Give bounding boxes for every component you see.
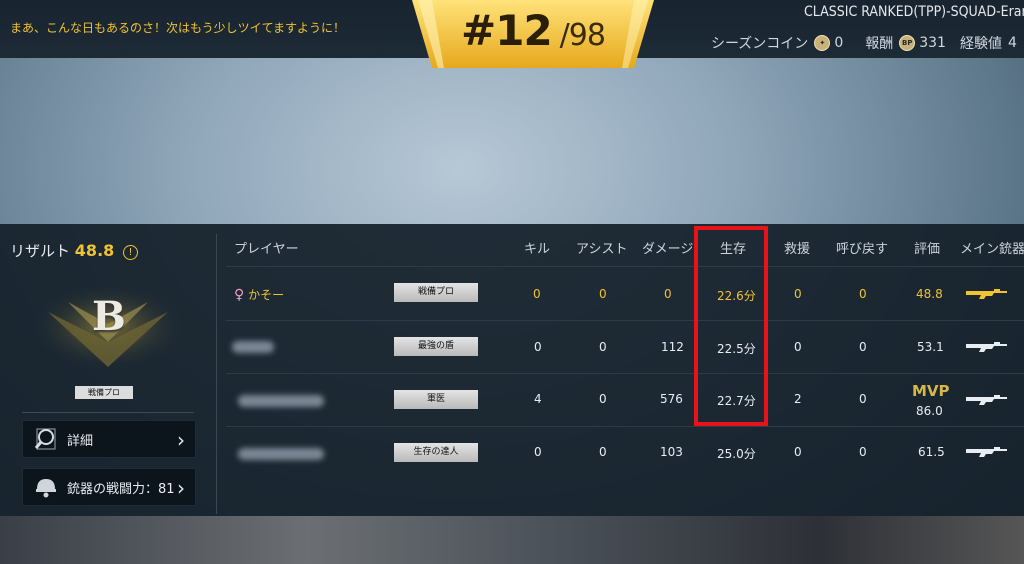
assist-cell: 0	[599, 392, 607, 406]
player-title-tag: 最強の盾	[394, 337, 478, 356]
rating-cell: 48.8	[916, 287, 943, 301]
bp-coin-icon: BP	[899, 35, 916, 51]
row-separator	[226, 320, 1024, 321]
rescue-cell: 0	[794, 445, 802, 459]
chevron-right-icon: ›	[177, 428, 185, 452]
grade-letter: B	[92, 293, 126, 340]
reward-label: 報酬	[865, 36, 894, 52]
survival-cell: 25.0分	[717, 447, 756, 461]
kill-cell: 0	[534, 340, 542, 354]
divider	[22, 412, 194, 413]
rifle-icon	[966, 395, 1007, 405]
player-title-tag: 軍医	[394, 390, 478, 409]
result-value: 48.8	[74, 241, 115, 260]
rating-cell: 86.0	[916, 404, 943, 418]
game-mode: CLASSIC RANKED(TPP)-SQUAD-Erar	[804, 4, 1024, 20]
row-separator	[226, 373, 1024, 374]
season-coin-label: シーズンコイン	[711, 36, 809, 52]
player-name-text: かそー	[248, 288, 285, 302]
revive-cell: 0	[859, 287, 867, 301]
header-damage: ダメージ	[642, 242, 694, 257]
redacted-name	[238, 448, 324, 460]
rating-cell: 61.5	[918, 445, 945, 459]
redacted-name	[232, 341, 274, 353]
exp-label: 経験値	[959, 36, 1002, 52]
rating-cell: 53.1	[917, 340, 944, 354]
header-revive: 呼び戻す	[836, 242, 889, 257]
tagline: まあ、こんな日もあるのさ！次はもう少しツイてますように！	[10, 21, 346, 35]
row-separator	[226, 266, 1024, 267]
rewards-row: シーズンコイン ✦ 0 報酬 BP 331 経験値 4	[711, 33, 1017, 53]
rescue-cell: 0	[794, 340, 802, 354]
kill-cell: 4	[534, 392, 542, 406]
rescue-cell: 2	[794, 392, 802, 406]
result-label: リザルト	[10, 242, 71, 260]
exp-value: 4	[1007, 35, 1017, 51]
player-title-tag: 生存の達人	[394, 443, 478, 462]
player-title-tag: 戦備プロ	[394, 283, 478, 302]
coin-icon: ✦	[814, 35, 831, 51]
bottom-scene	[0, 516, 1024, 564]
survival-highlight-box	[694, 226, 768, 426]
damage-cell: 576	[660, 392, 683, 406]
revive-cell: 0	[859, 340, 867, 354]
damage-cell: 0	[664, 287, 672, 301]
player-title-badge: 戦備プロ	[75, 386, 133, 399]
damage-cell: 103	[660, 445, 683, 459]
chevron-right-icon: ›	[177, 476, 185, 500]
player-name: ♀ かそー	[234, 286, 284, 303]
damage-cell: 112	[661, 340, 684, 354]
info-icon[interactable]: !	[123, 245, 139, 260]
rescue-cell: 0	[794, 287, 802, 301]
header-kill: キル	[524, 242, 551, 257]
header-rescue: 救援	[784, 242, 811, 257]
revive-cell: 0	[859, 445, 867, 459]
detail-label: 詳細	[67, 433, 94, 449]
header-player: プレイヤー	[234, 242, 299, 257]
assist-cell: 0	[599, 445, 607, 459]
detail-button[interactable]: 詳細 ›	[22, 420, 196, 458]
weapon-power-label: 銃器の戦闘力：81	[67, 481, 175, 497]
rank-total: /98	[559, 18, 606, 53]
kill-cell: 0	[534, 445, 542, 459]
magnifier-icon	[34, 428, 56, 450]
header-weapon: メイン銃器	[960, 242, 1024, 257]
helmet-icon	[36, 479, 56, 498]
column-divider	[216, 234, 217, 514]
rifle-icon	[966, 447, 1007, 457]
rank-badge: #12/98	[412, 0, 654, 68]
row-separator	[226, 426, 1024, 427]
result-score: リザルト 48.8 !	[10, 240, 139, 261]
assist-cell: 0	[599, 340, 607, 354]
assist-cell: 0	[599, 287, 607, 301]
header-rating: 評価	[914, 242, 941, 257]
rank-number: #12	[461, 6, 553, 55]
rifle-icon	[966, 289, 1007, 299]
revive-cell: 0	[859, 392, 867, 406]
redacted-name	[238, 395, 324, 407]
rifle-icon	[966, 342, 1007, 352]
reward-value: 331	[919, 35, 946, 51]
mvp-badge: MVP	[912, 382, 950, 400]
header-assist: アシスト	[576, 242, 628, 257]
female-icon: ♀	[234, 287, 245, 303]
weapon-power-button[interactable]: 銃器の戦闘力：81 ›	[22, 468, 196, 506]
kill-cell: 0	[533, 287, 541, 301]
season-coin-value: 0	[834, 35, 844, 51]
